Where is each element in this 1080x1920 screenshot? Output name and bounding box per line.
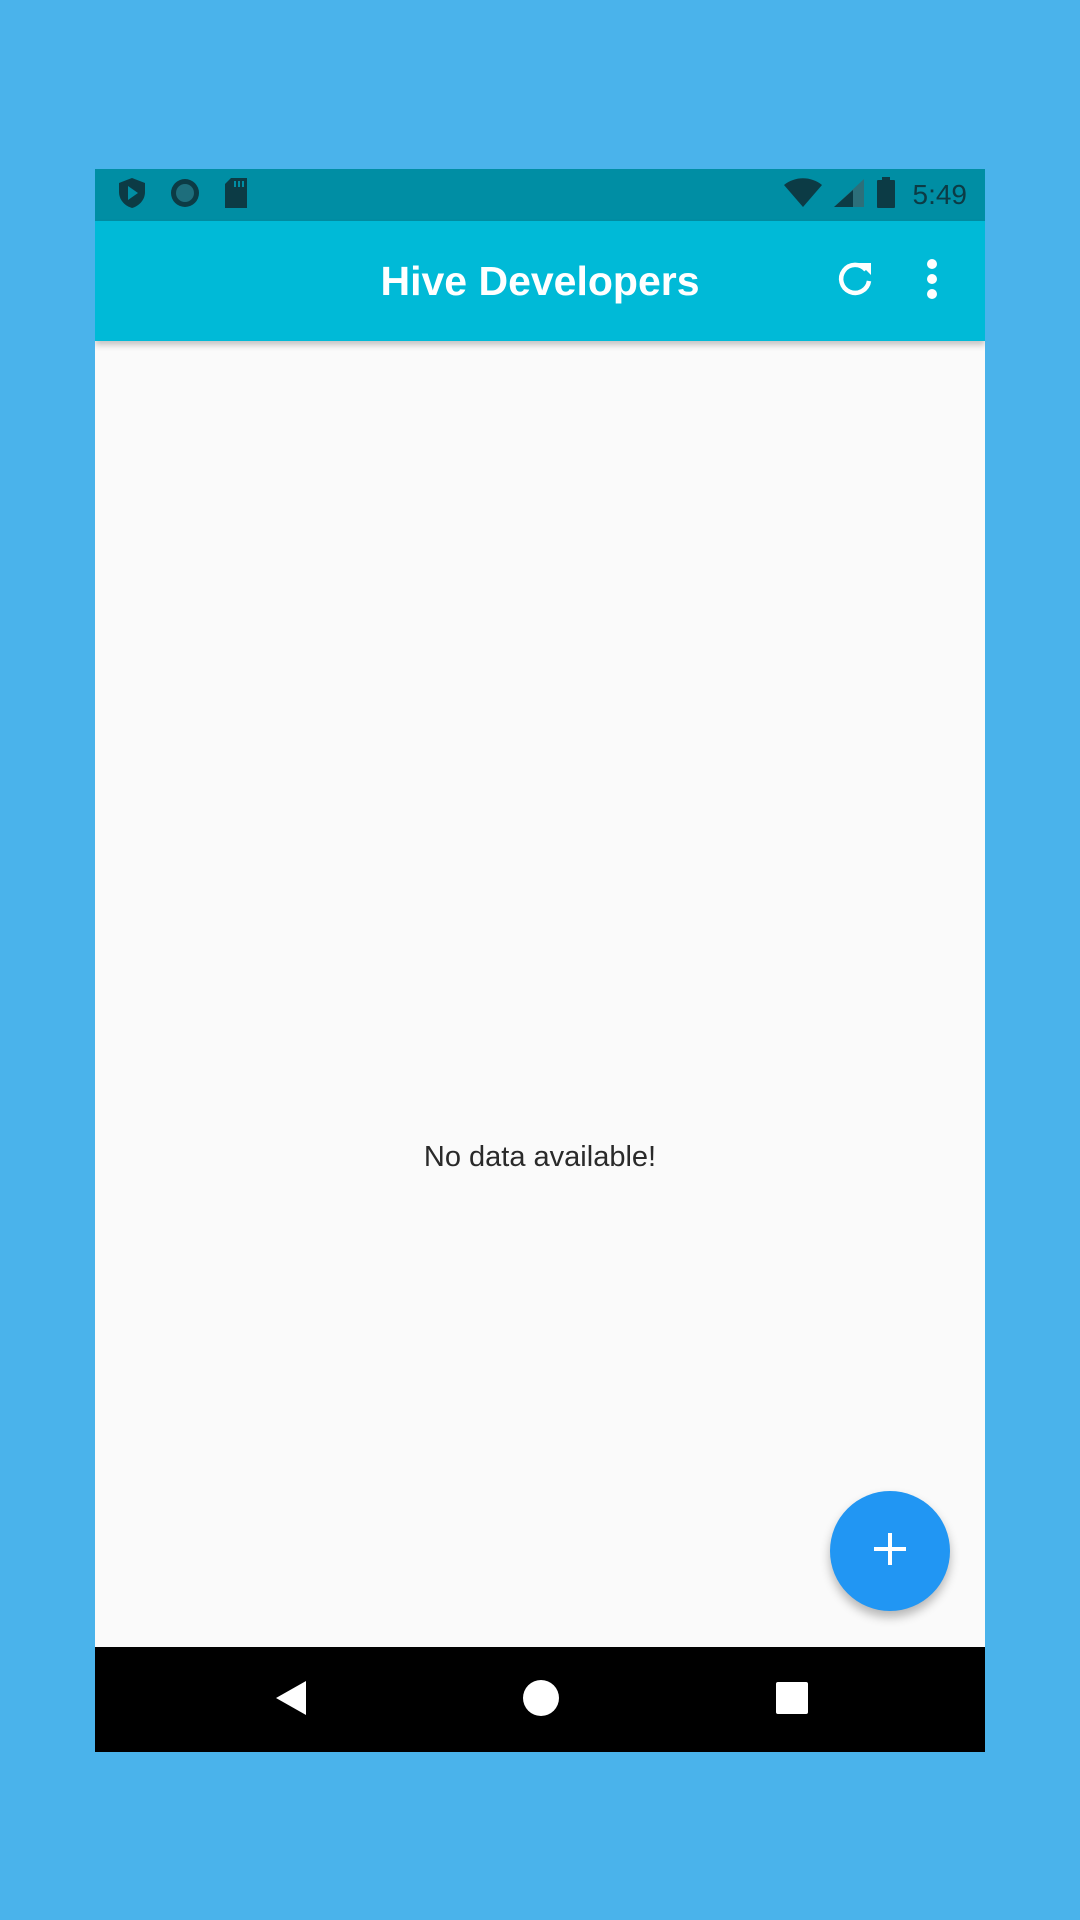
app-bar: Hive Developers (95, 221, 985, 341)
refresh-icon (835, 259, 875, 304)
recents-icon (775, 1681, 809, 1720)
add-button[interactable] (830, 1491, 950, 1611)
refresh-button[interactable] (830, 256, 880, 306)
more-options-button[interactable] (907, 256, 957, 306)
shield-play-icon (117, 177, 147, 214)
status-bar: 5:49 (95, 169, 985, 221)
sd-card-icon (223, 177, 249, 214)
status-time: 5:49 (912, 179, 968, 210)
wifi-icon (783, 177, 823, 213)
signal-icon (833, 178, 865, 213)
more-vert-icon (926, 258, 938, 304)
empty-state-message: No data available! (423, 1141, 657, 1173)
status-notification-icons (117, 177, 249, 214)
phone-screen: 5:49 Hive Developers No data available! (95, 169, 985, 1752)
battery-icon (875, 176, 897, 214)
back-button[interactable] (263, 1672, 319, 1728)
recents-button[interactable] (764, 1672, 820, 1728)
status-system-icons: 5:49 (783, 176, 968, 214)
circle-icon (169, 177, 201, 214)
system-navigation-bar (95, 1647, 985, 1752)
plus-icon (872, 1531, 908, 1572)
back-icon (274, 1679, 308, 1722)
home-button[interactable] (513, 1672, 569, 1728)
home-icon (522, 1679, 560, 1722)
main-content: No data available! (95, 341, 985, 1647)
